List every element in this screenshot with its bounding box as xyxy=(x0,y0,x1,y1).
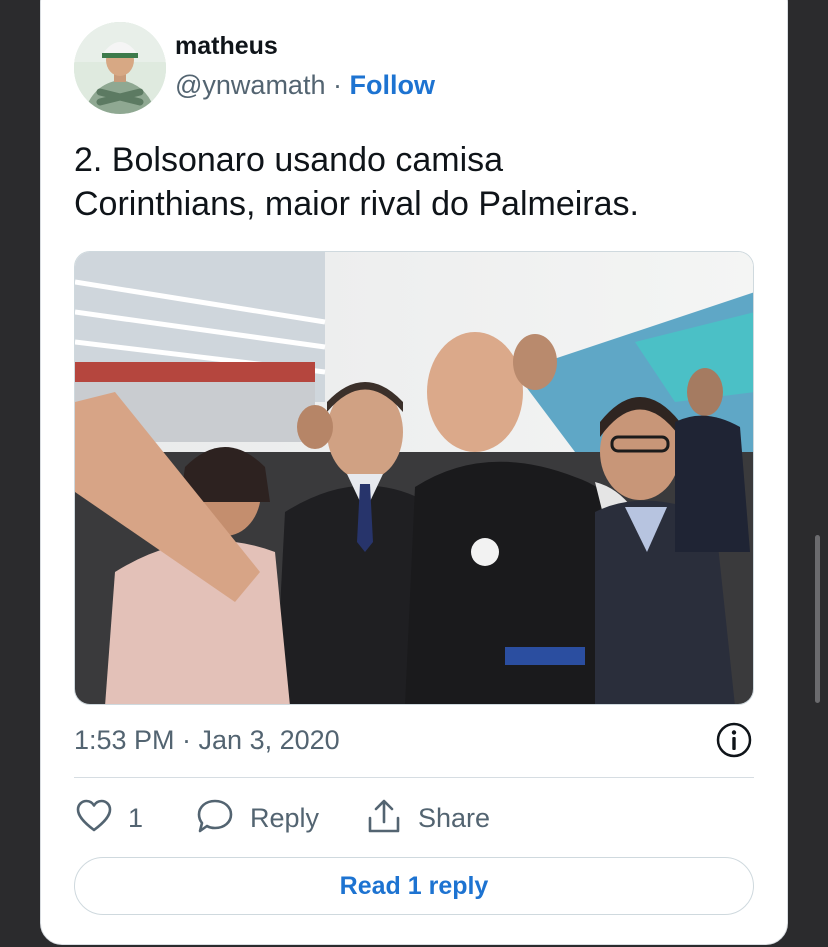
timestamp-row: 1:53 PM · Jan 3, 2020 xyxy=(74,722,754,758)
avatar[interactable] xyxy=(74,22,166,114)
author-name[interactable]: matheus xyxy=(175,32,278,61)
reply-label: Reply xyxy=(250,802,320,833)
like-button[interactable]: 1 xyxy=(76,794,143,842)
info-icon[interactable] xyxy=(716,722,752,758)
share-label: Share xyxy=(418,802,491,833)
share-button[interactable]: Share xyxy=(366,794,490,842)
tweet-actions: 1 Reply Share xyxy=(74,794,754,842)
tweet-text-line: Corinthians, maior rival do Palmeiras. xyxy=(74,185,639,223)
author-handle-row: @ynwamath · Follow xyxy=(175,70,435,101)
share-icon xyxy=(366,798,402,839)
follow-button[interactable]: Follow xyxy=(349,70,434,100)
like-count: 1 xyxy=(128,802,144,833)
read-replies-button[interactable]: Read 1 reply xyxy=(74,857,754,915)
tweet-text: 2. Bolsonaro usando camisa Corinthians, … xyxy=(74,138,754,226)
tweet-text-line: 2. Bolsonaro usando camisa xyxy=(74,141,504,179)
separator-dot: · xyxy=(332,70,350,100)
reply-button[interactable]: Reply xyxy=(196,794,319,842)
tweet-header: matheus @ynwamath · Follow xyxy=(74,22,754,114)
tweet-photo[interactable] xyxy=(74,251,754,705)
heart-icon xyxy=(76,799,112,838)
divider xyxy=(74,777,754,778)
scrollbar[interactable] xyxy=(815,535,820,703)
author-handle[interactable]: @ynwamath xyxy=(175,70,325,100)
reply-bubble-icon xyxy=(196,798,234,839)
tweet-timestamp[interactable]: 1:53 PM · Jan 3, 2020 xyxy=(74,725,340,755)
